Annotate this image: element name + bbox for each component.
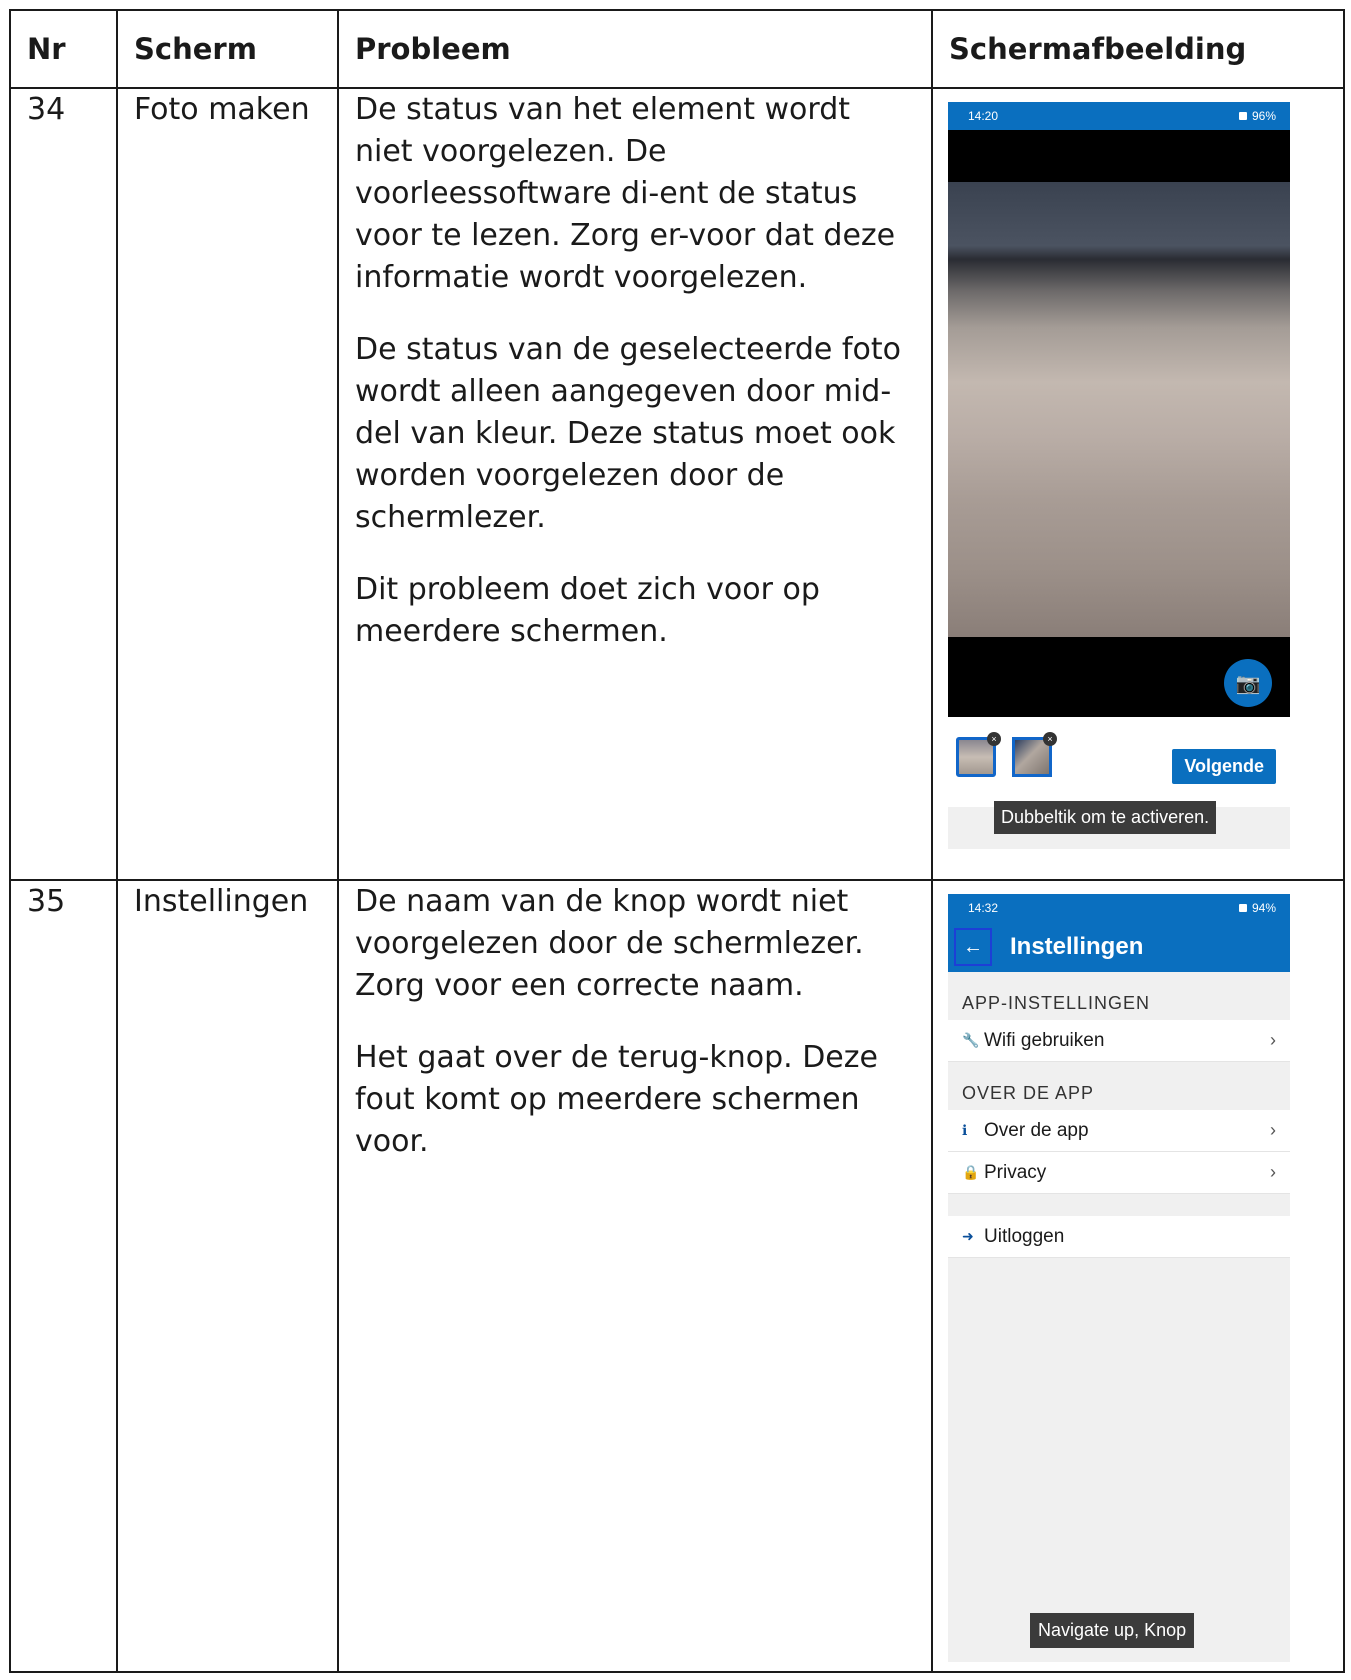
- wifi-icon: [1238, 112, 1247, 120]
- phone-screenshot-settings: 14:32 94% ← Instellingen APP-INSTELLINGE…: [948, 894, 1290, 1662]
- status-time: 14:32: [968, 901, 999, 915]
- lock-icon: 🔒: [962, 1164, 980, 1180]
- probleem-paragraph: De status van het element wordt niet voo…: [355, 92, 896, 295]
- row-scherm: Instellingen: [116, 879, 339, 1673]
- probleem-paragraph: De status van de geselecteerde foto word…: [355, 332, 901, 535]
- status-bar: 14:32 94%: [948, 894, 1290, 922]
- photo-thumbnail[interactable]: ×: [956, 732, 1001, 777]
- status-time: 14:20: [968, 109, 999, 123]
- settings-item-over[interactable]: ℹ Over de app ›: [948, 1110, 1290, 1152]
- camera-preview: [948, 182, 1290, 637]
- status-bar: 14:20 96%: [948, 102, 1290, 130]
- header-scherm: Scherm: [116, 9, 339, 89]
- settings-list: APP-INSTELLINGEN 🔧 Wifi gebruiken › OVER…: [948, 972, 1290, 1662]
- settings-item-wifi[interactable]: 🔧 Wifi gebruiken ›: [948, 1020, 1290, 1062]
- row-probleem: De naam van de knop wordt niet voorgelez…: [337, 879, 933, 1673]
- chevron-right-icon: ›: [1270, 1162, 1276, 1182]
- header-row: Nr Scherm Probleem Schermafbeelding: [9, 9, 1345, 89]
- status-icons: 94%: [1238, 901, 1276, 915]
- camera-top-bar: [948, 130, 1290, 182]
- next-button[interactable]: Volgende: [1172, 749, 1276, 784]
- row-screenshot: 14:32 94% ← Instellingen APP-INSTELLINGE…: [931, 879, 1345, 1673]
- close-icon[interactable]: ×: [1043, 732, 1057, 746]
- status-battery: 96%: [1251, 109, 1276, 123]
- settings-item-label: Uitloggen: [984, 1225, 1065, 1247]
- chevron-right-icon: ›: [1270, 1120, 1276, 1140]
- wrench-icon: 🔧: [962, 1032, 980, 1048]
- row-screenshot: 14:20 96% 📷 × × Volgende Dubbeltik om te…: [931, 87, 1345, 881]
- settings-item-label: Wifi gebruiken: [984, 1029, 1105, 1051]
- header-schermafbeelding: Schermafbeelding: [931, 9, 1345, 89]
- settings-item-label: Privacy: [984, 1161, 1047, 1183]
- settings-item-logout[interactable]: ➜ Uitloggen: [948, 1216, 1290, 1258]
- logout-icon: ➜: [962, 1228, 974, 1244]
- row-nr: 35: [9, 879, 118, 1673]
- probleem-paragraph: Dit probleem doet zich voor op meerdere …: [355, 572, 820, 649]
- header-nr: Nr: [9, 9, 118, 89]
- probleem-paragraph: Het gaat over de terug-knop. Deze fout k…: [355, 1040, 878, 1159]
- header-probleem: Probleem: [337, 9, 933, 89]
- chevron-right-icon: ›: [1270, 1030, 1276, 1050]
- settings-item-label: Over de app: [984, 1119, 1089, 1141]
- camera-bottom-bar: 📷: [948, 637, 1290, 717]
- row-nr: 34: [9, 87, 118, 881]
- divider: [948, 1194, 1290, 1216]
- camera-add-icon[interactable]: 📷: [1224, 659, 1272, 707]
- talkback-toast: Dubbeltik om te activeren.: [994, 801, 1217, 834]
- row-probleem: De status van het element wordt niet voo…: [337, 87, 933, 881]
- talkback-toast: Navigate up, Knop: [1030, 1613, 1195, 1648]
- row-scherm: Foto maken: [116, 87, 339, 881]
- section-header: APP-INSTELLINGEN: [962, 993, 1151, 1013]
- close-icon[interactable]: ×: [987, 732, 1001, 746]
- table-row: 34 Foto maken De status van het element …: [9, 87, 1345, 881]
- app-bar: ← Instellingen: [948, 922, 1290, 972]
- table-row: 35 Instellingen De naam van de knop word…: [9, 879, 1345, 1673]
- app-title: Instellingen: [1010, 933, 1144, 960]
- section-header: OVER DE APP: [962, 1083, 1095, 1103]
- info-icon: ℹ: [962, 1122, 968, 1138]
- back-arrow-icon[interactable]: ←: [954, 928, 992, 966]
- accessibility-findings-table: Nr Scherm Probleem Schermafbeelding 34 F…: [9, 9, 1345, 1673]
- phone-screenshot-camera: 14:20 96% 📷 × × Volgende Dubbeltik om te…: [948, 102, 1290, 849]
- system-nav-bar: Dubbeltik om te activeren.: [948, 801, 1290, 849]
- wifi-icon: [1238, 904, 1247, 912]
- status-icons: 96%: [1238, 109, 1276, 123]
- probleem-paragraph: De naam van de knop wordt niet voorgelez…: [355, 884, 864, 1003]
- photo-thumbnail[interactable]: ×: [1012, 732, 1057, 777]
- status-battery: 94%: [1251, 901, 1276, 915]
- photo-thumbnails: × × Volgende: [948, 717, 1290, 807]
- settings-item-privacy[interactable]: 🔒 Privacy ›: [948, 1152, 1290, 1194]
